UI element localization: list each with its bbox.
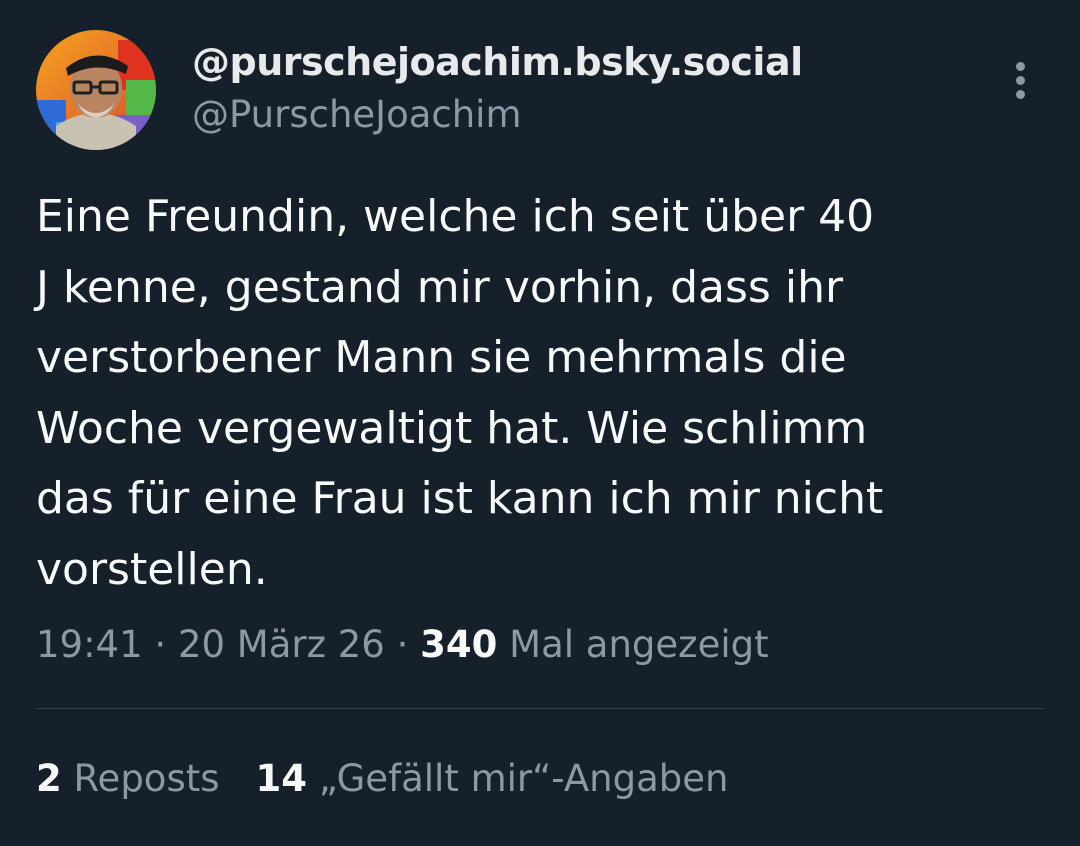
views-count: 340 (420, 623, 498, 666)
tweet-meta: 19:41 · 20 März 26 · 340 Mal angezeigt (36, 620, 769, 670)
views-label: Mal angezeigt (509, 623, 769, 666)
more-vertical-icon-dot (1016, 76, 1025, 85)
reposts-stat[interactable]: 2 Reposts (36, 757, 220, 800)
tweet-card: @purschejoachim.bsky.social @PurscheJoac… (0, 0, 1080, 846)
divider (36, 708, 1044, 709)
meta-separator: · (154, 623, 167, 666)
more-vertical-icon (1016, 62, 1025, 71)
author-handle[interactable]: @PurscheJoachim (192, 92, 522, 138)
tweet-time[interactable]: 19:41 (36, 623, 143, 666)
tweet-date[interactable]: 20 März 26 (178, 623, 385, 666)
likes-label: „Gefällt mir“-Angaben (318, 757, 729, 800)
tweet-stats: 2 Reposts 14 „Gefällt mir“-Angaben (36, 754, 728, 804)
tweet-text-line: J kenne, gestand mir vorhin, dass ihr (36, 261, 844, 313)
avatar[interactable] (36, 30, 156, 150)
meta-separator: · (396, 623, 409, 666)
avatar-image (36, 30, 156, 150)
more-vertical-icon-dot (1016, 90, 1025, 99)
tweet-text-line: vorstellen. (36, 543, 268, 595)
author-display-name[interactable]: @purschejoachim.bsky.social (192, 38, 803, 86)
reposts-label: Reposts (73, 757, 220, 800)
reposts-count: 2 (36, 757, 62, 800)
tweet-text: Eine Freundin, welche ich seit über 40 J… (36, 182, 1046, 605)
more-options-button[interactable] (1004, 56, 1038, 104)
likes-stat[interactable]: 14 „Gefällt mir“-Angaben (256, 757, 729, 800)
tweet-text-line: Woche vergewaltigt hat. Wie schlimm (36, 402, 868, 454)
tweet-text-line: Eine Freundin, welche ich seit über 40 (36, 191, 875, 242)
tweet-text-line: verstorbener Mann sie mehrmals die (36, 332, 847, 383)
tweet-text-line: das für eine Frau ist kann ich mir nicht (36, 473, 884, 524)
likes-count: 14 (255, 757, 308, 800)
